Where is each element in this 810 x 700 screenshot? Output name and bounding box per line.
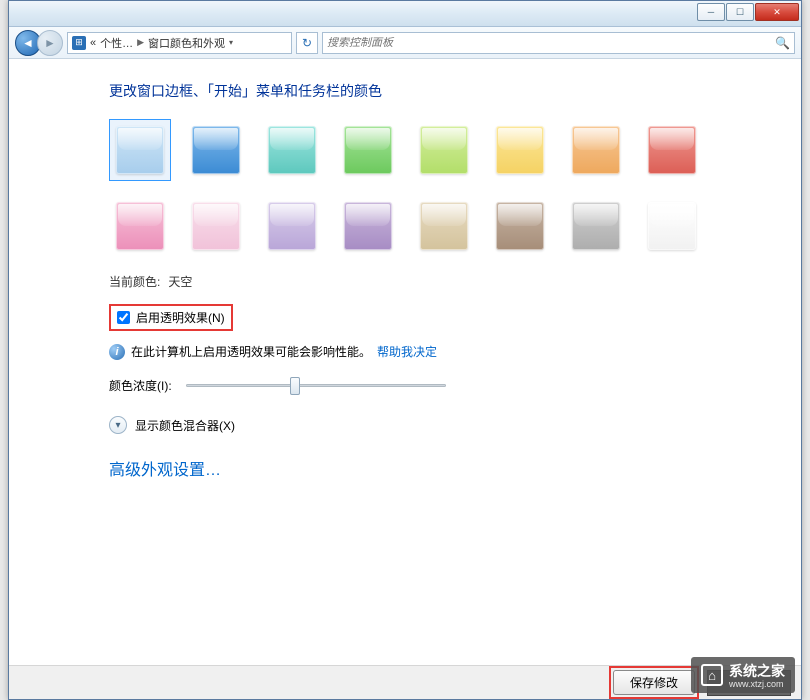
maximize-icon: ☐ [736,8,744,17]
refresh-button[interactable]: ↻ [296,32,318,54]
swatch-fill [420,126,468,174]
info-icon: i [109,344,125,360]
color-swatch-orange[interactable] [565,119,627,181]
intensity-label: 颜色浓度(I): [109,377,172,394]
refresh-icon: ↻ [302,36,312,50]
color-swatch-red[interactable] [641,119,703,181]
color-swatch-yellow[interactable] [489,119,551,181]
minimize-button[interactable]: ─ [697,3,725,21]
titlebar: ─ ☐ ✕ [9,1,801,27]
color-swatch-teal[interactable] [261,119,323,181]
swatch-fill [648,202,696,250]
current-color-value: 天空 [168,273,192,290]
breadcrumb-item-2[interactable]: 窗口颜色和外观 [148,35,225,51]
color-swatch-blue[interactable] [185,119,247,181]
slider-thumb[interactable] [290,377,300,395]
swatch-fill [268,126,316,174]
search-box[interactable]: 🔍 [322,32,795,54]
color-swatch-gray[interactable] [565,195,627,257]
breadcrumb-icon: ⊞ [72,36,86,50]
breadcrumb-item-1[interactable]: 个性… [100,35,133,51]
color-swatch-tan[interactable] [413,195,475,257]
intensity-row: 颜色浓度(I): [109,376,761,394]
breadcrumb-prefix: « [90,37,96,49]
performance-warning-text: 在此计算机上启用透明效果可能会影响性能。 [131,343,371,360]
close-icon: ✕ [773,8,781,17]
nav-buttons: ◄ ► [15,30,63,56]
swatch-fill [344,202,392,250]
swatch-fill [192,202,240,250]
color-swatch-lime[interactable] [413,119,475,181]
transparency-checkbox[interactable] [117,311,130,324]
close-button[interactable]: ✕ [755,3,799,21]
forward-button[interactable]: ► [37,30,63,56]
swatch-fill [116,126,164,174]
breadcrumb[interactable]: ⊞ « 个性… ▶ 窗口颜色和外观 ▾ [67,32,292,54]
color-swatch-purple[interactable] [337,195,399,257]
chevron-down-icon: ▾ [109,416,127,434]
swatch-fill [116,202,164,250]
swatch-fill [192,126,240,174]
navbar: ◄ ► ⊞ « 个性… ▶ 窗口颜色和外观 ▾ ↻ 🔍 [9,27,801,59]
back-icon: ◄ [22,36,34,50]
color-swatch-brown[interactable] [489,195,551,257]
intensity-slider[interactable] [186,376,446,394]
swatch-fill [572,126,620,174]
swatch-fill [420,202,468,250]
color-swatch-green[interactable] [337,119,399,181]
swatch-fill [496,126,544,174]
control-panel-window: ─ ☐ ✕ ◄ ► ⊞ « 个性… ▶ 窗口颜色和外观 ▾ ↻ 🔍 更改窗口边框… [8,0,802,700]
minimize-icon: ─ [708,8,714,17]
advanced-appearance-link[interactable]: 高级外观设置… [109,462,221,479]
color-swatch-sky[interactable] [109,119,171,181]
color-swatch-grid [109,119,749,257]
swatch-fill [496,202,544,250]
color-swatch-pink[interactable] [109,195,171,257]
performance-info-row: i 在此计算机上启用透明效果可能会影响性能。 帮助我决定 [109,343,761,360]
color-swatch-lightpink[interactable] [185,195,247,257]
maximize-button[interactable]: ☐ [726,3,754,21]
transparency-label: 启用透明效果(N) [136,309,225,326]
breadcrumb-dropdown-icon[interactable]: ▾ [229,38,233,47]
swatch-fill [572,202,620,250]
current-color-label: 当前颜色: [109,273,160,290]
help-link[interactable]: 帮助我决定 [377,343,437,360]
page-title: 更改窗口边框、「开始」菜单和任务栏的颜色 [109,81,761,101]
current-color-row: 当前颜色: 天空 [109,273,761,290]
swatch-fill [344,126,392,174]
swatch-fill [268,202,316,250]
footer: 保存修改 [9,665,801,699]
cancel-button[interactable] [707,670,791,696]
color-mixer-expander[interactable]: ▾ 显示颜色混合器(X) [109,416,761,434]
slider-track [186,384,446,387]
save-button[interactable]: 保存修改 [613,670,695,695]
breadcrumb-sep-icon: ▶ [137,37,144,48]
save-button-highlight: 保存修改 [609,666,699,699]
search-icon[interactable]: 🔍 [775,36,790,50]
forward-icon: ► [44,36,56,50]
search-input[interactable] [327,37,775,49]
content-area: 更改窗口边框、「开始」菜单和任务栏的颜色 当前颜色: 天空 启用透明效果(N) … [9,61,801,665]
color-mixer-label: 显示颜色混合器(X) [135,417,235,434]
transparency-checkbox-row[interactable]: 启用透明效果(N) [109,304,233,331]
swatch-fill [648,126,696,174]
color-swatch-white[interactable] [641,195,703,257]
color-swatch-lavender[interactable] [261,195,323,257]
